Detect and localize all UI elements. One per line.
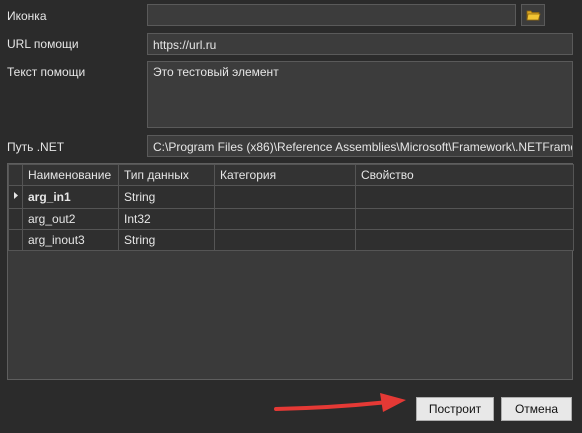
folder-icon (526, 10, 541, 21)
cell-category[interactable] (214, 185, 356, 209)
browse-icon-button[interactable] (521, 4, 545, 26)
cell-category[interactable] (214, 208, 356, 230)
cell-property[interactable] (355, 208, 574, 230)
table-row[interactable]: arg_inout3 String (8, 229, 574, 251)
cell-name[interactable]: arg_in1 (22, 185, 119, 209)
arguments-grid[interactable]: Наименование Тип данных Категория Свойст… (7, 163, 574, 380)
column-header-category[interactable]: Категория (214, 164, 356, 186)
net-path-field[interactable]: C:\Program Files (x86)\Reference Assembl… (147, 135, 573, 157)
net-path-label: Путь .NET (7, 140, 65, 154)
build-button[interactable]: Построит (416, 397, 494, 421)
column-header-name[interactable]: Наименование (22, 164, 119, 186)
triangle-right-icon (14, 192, 18, 199)
cell-property[interactable] (355, 185, 574, 209)
row-indicator[interactable] (8, 208, 23, 230)
icon-label: Иконка (7, 9, 47, 23)
column-header-property[interactable]: Свойство (355, 164, 574, 186)
table-row[interactable]: arg_out2 Int32 (8, 208, 574, 230)
cell-name[interactable]: arg_inout3 (22, 229, 119, 251)
row-indicator[interactable] (8, 185, 23, 209)
cell-category[interactable] (214, 229, 356, 251)
cell-type[interactable]: String (118, 229, 215, 251)
icon-field[interactable] (147, 4, 516, 26)
cell-type[interactable]: String (118, 185, 215, 209)
help-text-label: Текст помощи (7, 65, 86, 79)
table-row[interactable]: arg_in1 String (8, 185, 574, 209)
red-arrow-icon (274, 393, 406, 412)
cell-property[interactable] (355, 229, 574, 251)
help-url-field[interactable]: https://url.ru (147, 33, 573, 55)
cancel-button[interactable]: Отмена (501, 397, 572, 421)
row-indicator[interactable] (8, 229, 23, 251)
column-header-type[interactable]: Тип данных (118, 164, 215, 186)
cell-type[interactable]: Int32 (118, 208, 215, 230)
header-corner (8, 164, 23, 186)
cell-name[interactable]: arg_out2 (22, 208, 119, 230)
help-url-label: URL помощи (7, 37, 79, 51)
help-text-field[interactable]: Это тестовый элемент (147, 61, 573, 128)
grid-header-row: Наименование Тип данных Категория Свойст… (8, 164, 574, 186)
